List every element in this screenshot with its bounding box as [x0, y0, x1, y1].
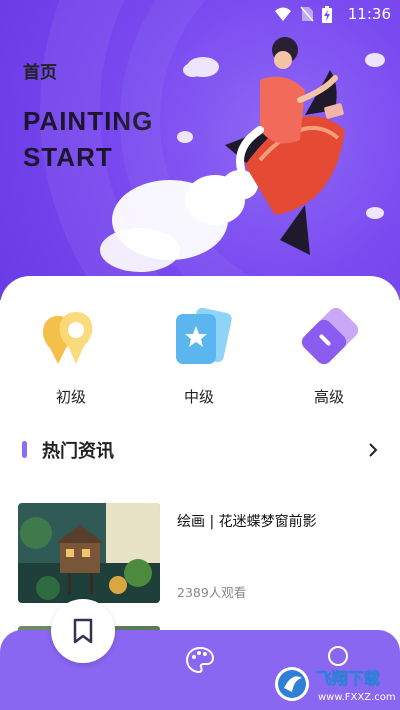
bookmark-icon	[73, 618, 93, 644]
news-view-count: 2389人观看	[177, 585, 247, 600]
banner-line-2: START	[23, 142, 113, 172]
chevron-right-icon[interactable]	[363, 440, 383, 460]
star-card-icon	[176, 307, 232, 364]
wifi-icon	[275, 7, 291, 21]
level-advanced[interactable]	[274, 306, 384, 375]
status-time: 11:36	[347, 5, 391, 23]
section-title: 热门资讯	[42, 441, 114, 462]
page-title: 首页	[23, 63, 57, 83]
news-title: 绘画 | 花迷蝶梦窗前影	[177, 514, 317, 530]
battery-charging-icon	[322, 6, 332, 23]
level-beginner[interactable]	[16, 306, 126, 375]
section-accent-bar	[22, 441, 27, 458]
site-watermark-logo: 飞翔下载 www.FXXZ.com	[275, 667, 396, 703]
tab-home[interactable]	[51, 599, 115, 663]
palette-icon[interactable]	[185, 646, 215, 674]
svg-text:www.FXXZ.com: www.FXXZ.com	[318, 692, 396, 703]
news-thumbnail	[18, 503, 160, 603]
no-sim-icon	[300, 6, 314, 22]
level-advanced-label: 高级	[313, 388, 344, 406]
rocket-girl-illustration	[100, 37, 385, 272]
banner-line-1: PAINTING	[23, 106, 154, 136]
location-pin-icon	[43, 312, 93, 364]
banner-heading: PAINTING START	[23, 103, 153, 175]
level-beginner-label: 初级	[55, 388, 86, 406]
status-icons	[274, 6, 332, 23]
status-bar: 11:36	[0, 0, 400, 28]
level-intermediate-label: 中级	[183, 388, 214, 406]
hero-banner: 11:36 首页 PAINTING START	[0, 0, 400, 300]
layers-icon	[301, 307, 359, 365]
svg-text:飞翔下载: 飞翔下载	[316, 669, 380, 688]
level-intermediate[interactable]	[144, 306, 254, 375]
